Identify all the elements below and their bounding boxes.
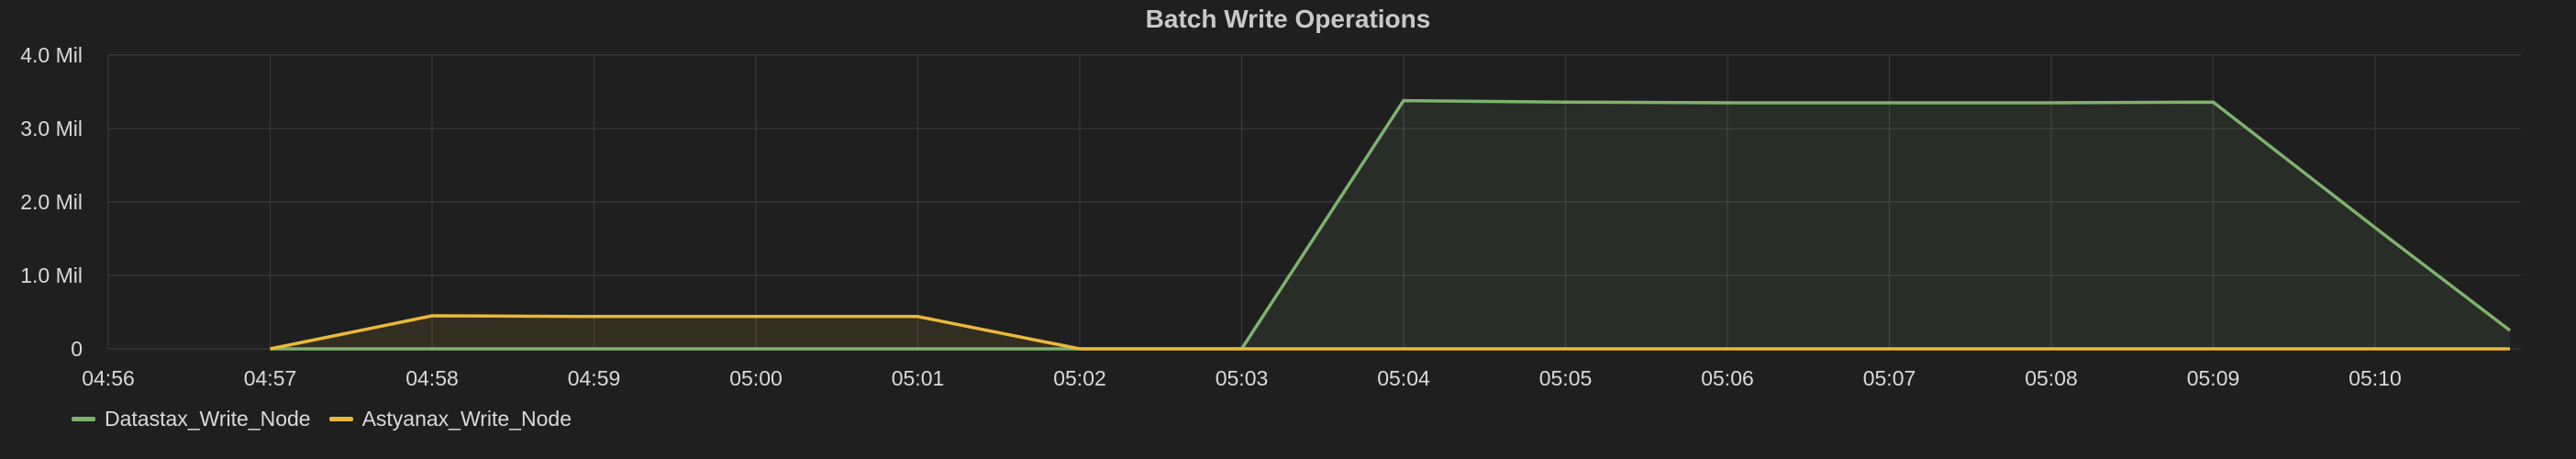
x-tick-label: 05:04 <box>1377 366 1430 390</box>
legend-label: Datastax_Write_Node <box>105 407 311 431</box>
x-tick-label: 05:06 <box>1701 366 1754 390</box>
y-tick-label: 2.0 Mil <box>20 190 83 214</box>
y-tick-label: 1.0 Mil <box>20 263 83 287</box>
x-tick-label: 05:09 <box>2187 366 2240 390</box>
legend-swatch-icon <box>72 417 95 421</box>
legend-swatch-icon <box>328 417 353 421</box>
y-tick-label: 0 <box>71 337 83 361</box>
x-tick-label: 05:08 <box>2025 366 2078 390</box>
chart-panel: Batch Write Operations 0 1.0 Mil 2.0 Mil 3.… <box>0 0 2576 459</box>
x-tick-label: 05:01 <box>892 366 945 390</box>
legend-item[interactable]: Astyanax_Write_Node <box>328 407 572 431</box>
x-tick-label: 05:02 <box>1053 366 1106 390</box>
chart-plot: 0 1.0 Mil 2.0 Mil 3.0 Mil 4.0 Mil 04:56 04:57… <box>20 43 2521 390</box>
x-tick-label: 05:05 <box>1539 366 1593 390</box>
x-tick-label: 04:59 <box>568 366 621 390</box>
legend-item[interactable]: Datastax_Write_Node <box>72 407 311 431</box>
x-tick-label: 04:58 <box>405 366 459 390</box>
y-tick-label: 4.0 Mil <box>20 43 83 67</box>
x-tick-layer: 04:56 04:57 04:58 04:59 05:00 05:01 05:02 05:03… <box>82 366 2402 390</box>
x-tick-label: 05:03 <box>1216 366 1269 390</box>
y-tick-label: 3.0 Mil <box>20 117 83 140</box>
area-layer <box>270 100 2511 349</box>
x-tick-label: 05:07 <box>1863 366 1916 390</box>
x-tick-label: 04:56 <box>82 366 135 390</box>
legend-label: Astyanax_Write_Node <box>361 407 572 431</box>
y-tick-layer: 0 1.0 Mil 2.0 Mil 3.0 Mil 4.0 Mil <box>20 43 83 361</box>
x-tick-label: 05:10 <box>2348 366 2402 390</box>
chart-legend: Datastax_Write_Node Astyanax_Write_Node <box>72 407 572 431</box>
x-tick-label: 05:00 <box>729 366 783 390</box>
series-area-datastax-write-node <box>270 100 2511 349</box>
x-tick-label: 04:57 <box>244 366 297 390</box>
